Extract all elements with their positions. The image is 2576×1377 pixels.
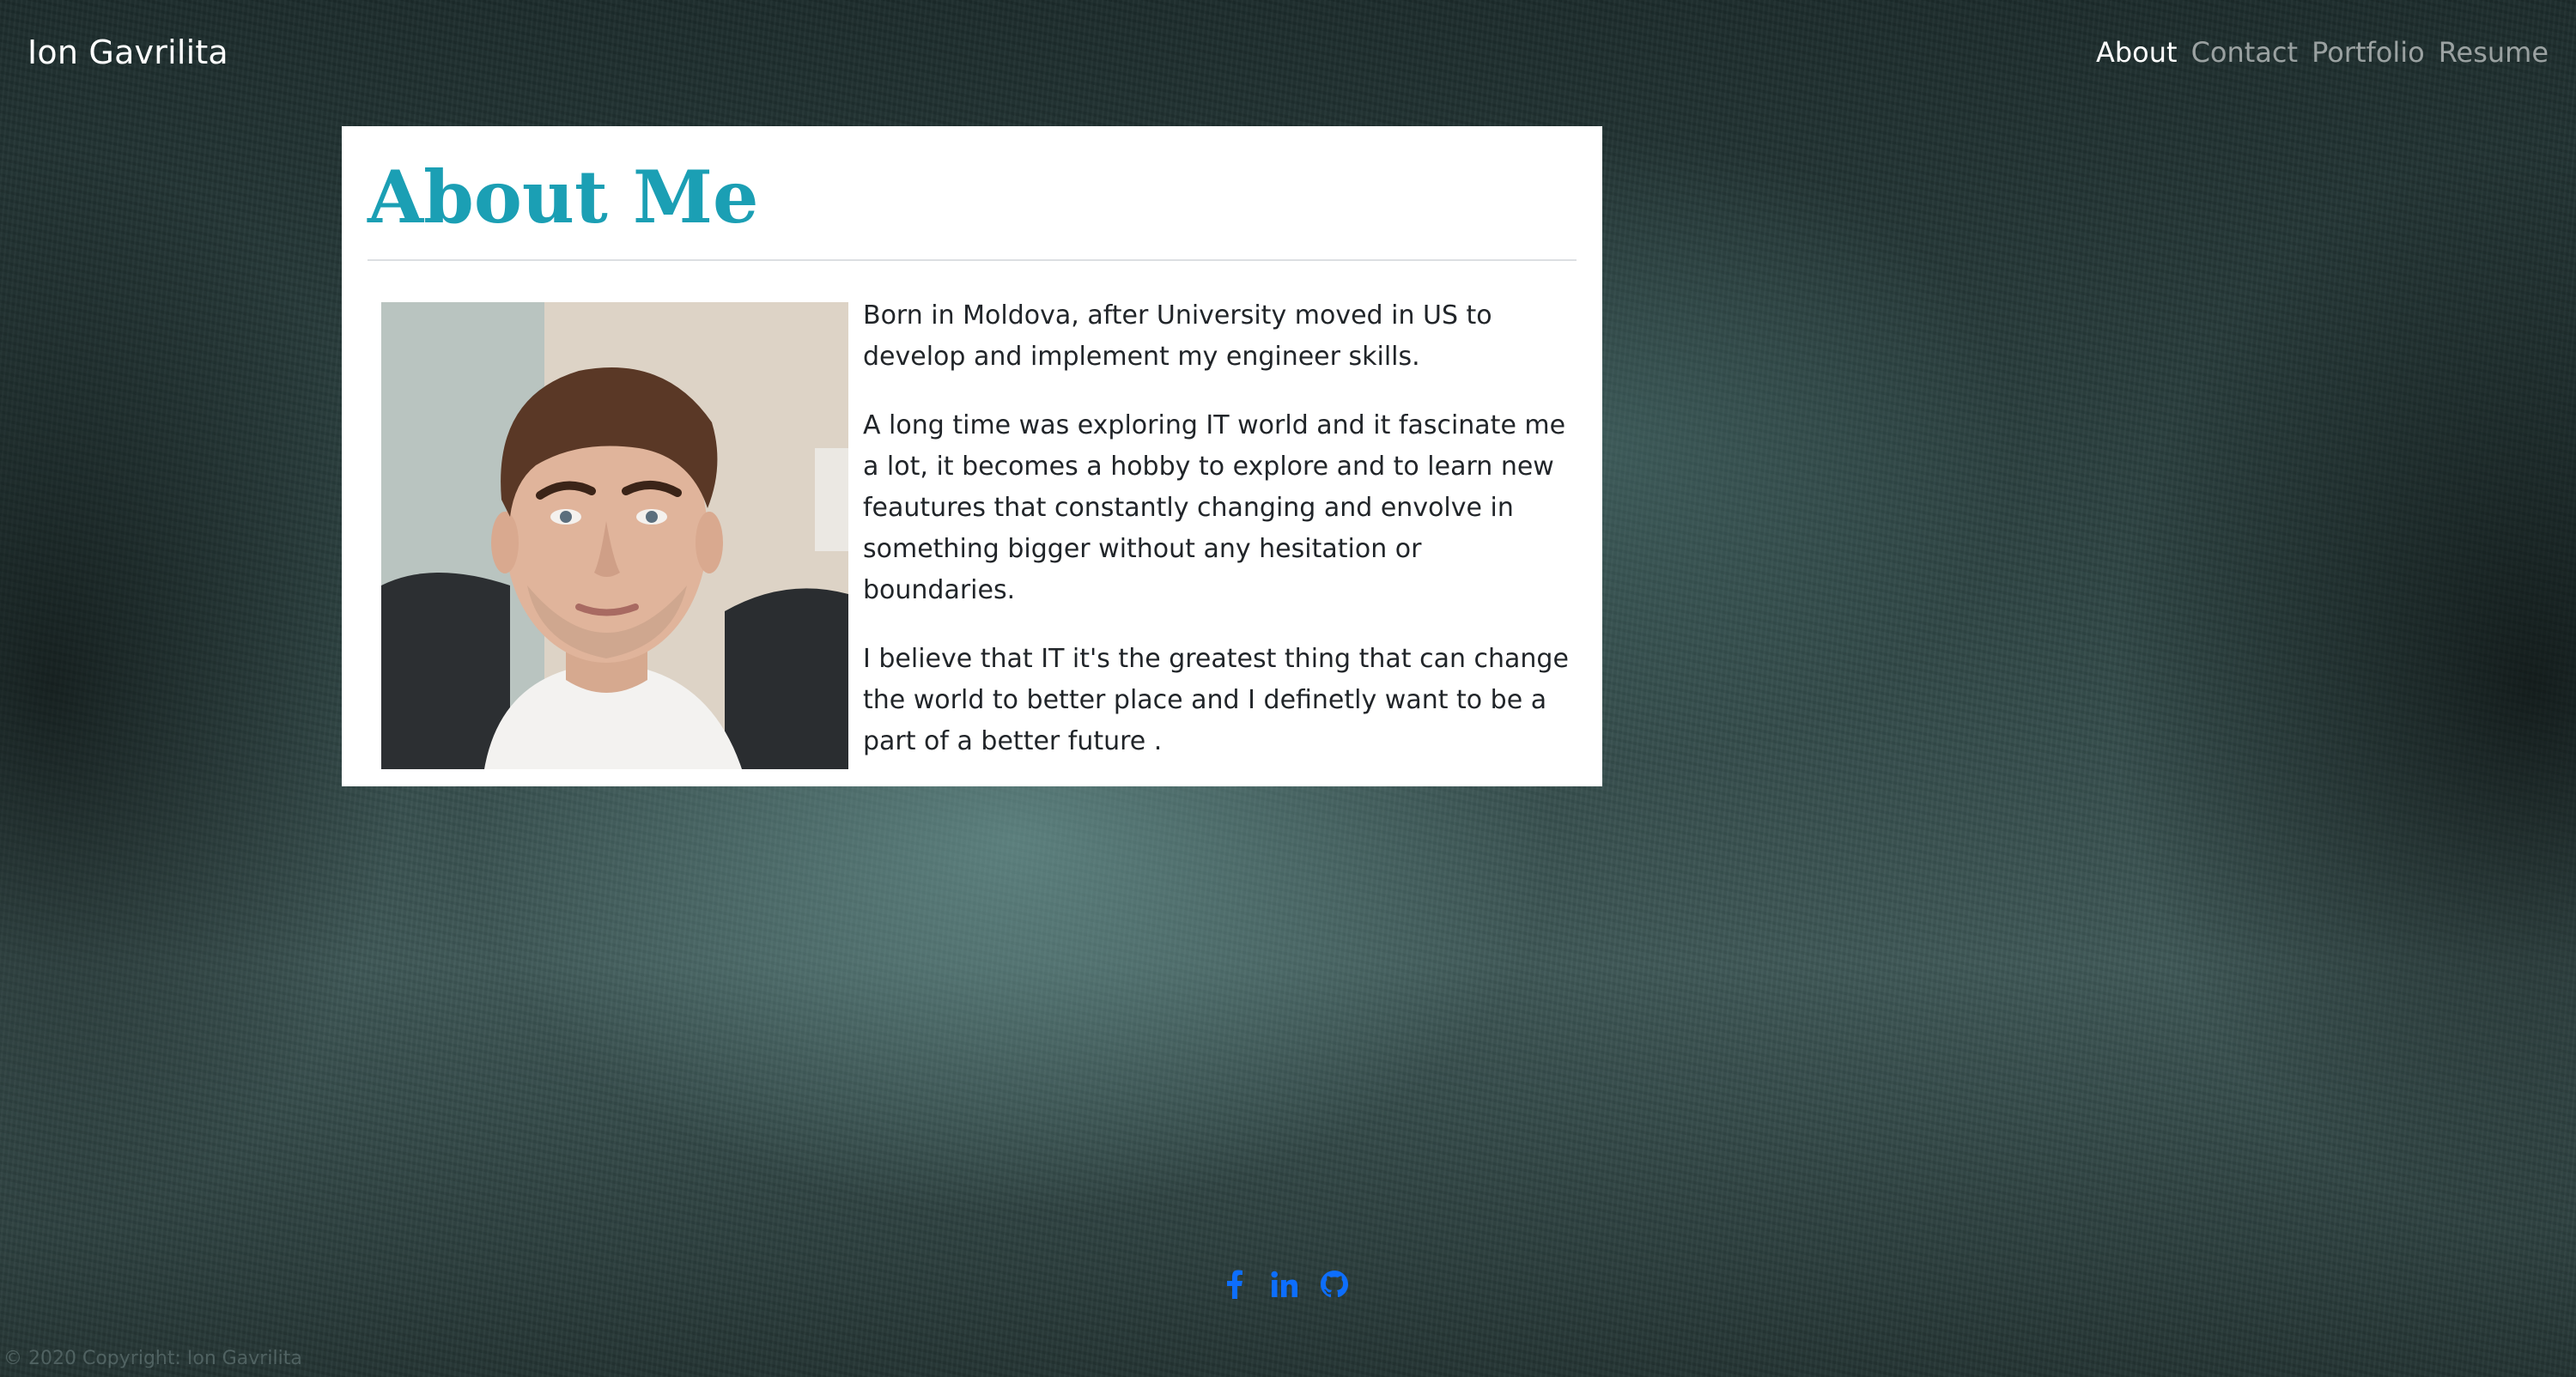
- github-icon[interactable]: [1319, 1269, 1350, 1300]
- nav-link-portfolio[interactable]: Portfolio: [2312, 36, 2425, 69]
- page-title: About Me: [368, 155, 759, 240]
- facebook-icon[interactable]: [1219, 1269, 1250, 1300]
- linkedin-icon[interactable]: [1269, 1269, 1300, 1300]
- footer-copyright: © 2020 Copyright: Ion Gavrilita: [3, 1348, 302, 1369]
- brand-link[interactable]: Ion Gavrilita: [27, 33, 228, 71]
- about-content: Born in Moldova, after University moved …: [368, 300, 1577, 790]
- bio-paragraph: I believe that IT it's the greatest thin…: [863, 644, 1569, 756]
- nav-link-contact[interactable]: Contact: [2191, 36, 2299, 69]
- bio-paragraph: Born in Moldova, after University moved …: [863, 300, 1492, 372]
- navbar: Ion Gavrilita About Contact Portfolio Re…: [0, 0, 2576, 105]
- nav-links: About Contact Portfolio Resume: [2096, 36, 2549, 69]
- profile-photo: [381, 302, 848, 769]
- nav-link-resume[interactable]: Resume: [2439, 36, 2549, 69]
- title-divider: [368, 259, 1577, 261]
- about-card: About Me Born in Moldova, after Universi…: [342, 126, 1602, 786]
- bio-paragraph: A long time was exploring IT world and i…: [863, 410, 1566, 605]
- social-links: [1219, 1269, 1350, 1300]
- nav-link-about[interactable]: About: [2096, 36, 2178, 69]
- bio-text: Born in Moldova, after University moved …: [863, 295, 1577, 790]
